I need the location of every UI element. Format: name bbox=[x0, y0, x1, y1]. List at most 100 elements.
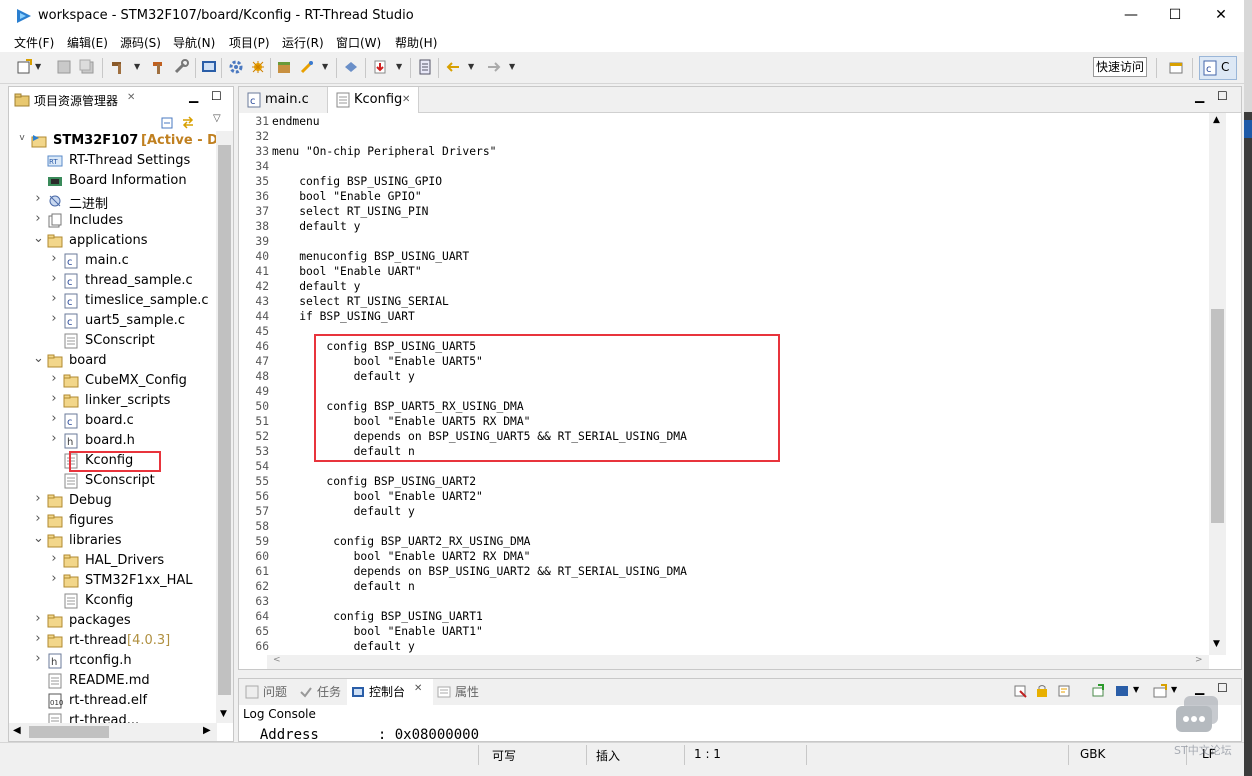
tree-horizontal-scrollbar[interactable]: ◀ ▶ bbox=[9, 723, 217, 741]
expand-arrow-icon[interactable]: › bbox=[49, 371, 59, 386]
code-line[interactable]: 55 config BSP_USING_UART2 bbox=[239, 475, 1209, 490]
expand-arrow-icon[interactable]: › bbox=[49, 271, 59, 286]
code-line[interactable]: 57 default y bbox=[239, 505, 1209, 520]
maximize-view-icon[interactable]: ☐ bbox=[211, 89, 222, 103]
c-perspective-button[interactable]: c C bbox=[1199, 56, 1237, 80]
tree-item[interactable]: Kconfig bbox=[9, 451, 217, 472]
code-line[interactable]: 37 select RT_USING_PIN bbox=[239, 205, 1209, 220]
tree-item[interactable]: ⌄ board bbox=[9, 351, 217, 371]
tree-item[interactable]: rt-thread... bbox=[9, 711, 217, 723]
code-line[interactable]: 44 if BSP_USING_UART bbox=[239, 310, 1209, 325]
collapse-arrow-icon[interactable]: ⌄ bbox=[33, 531, 44, 546]
code-line[interactable]: 43 select RT_USING_SERIAL bbox=[239, 295, 1209, 310]
flash-download-icon[interactable] bbox=[372, 59, 388, 75]
menu-run[interactable]: 运行(R) bbox=[282, 34, 324, 51]
save-all-icon[interactable] bbox=[79, 59, 95, 75]
minimize-view-icon[interactable]: ▁ bbox=[189, 89, 198, 103]
tree-item[interactable]: ⌄ applications bbox=[9, 231, 217, 251]
tree-item[interactable]: › c main.c bbox=[9, 251, 217, 271]
scroll-left-icon[interactable]: < bbox=[273, 655, 281, 665]
tree-item[interactable]: › h rtconfig.h bbox=[9, 651, 217, 671]
tree-item[interactable]: ⌄ libraries bbox=[9, 531, 217, 551]
code-line[interactable]: 58 bbox=[239, 520, 1209, 535]
collapse-all-icon[interactable] bbox=[161, 115, 175, 129]
package-icon[interactable] bbox=[276, 59, 292, 75]
tree-item[interactable]: › c uart5_sample.c bbox=[9, 311, 217, 331]
scroll-thumb[interactable] bbox=[218, 145, 231, 695]
tab-main-c[interactable]: c main.c bbox=[239, 87, 327, 113]
code-line[interactable]: 39 bbox=[239, 235, 1209, 250]
tree-item[interactable]: › packages bbox=[9, 611, 217, 631]
expand-arrow-icon[interactable]: › bbox=[49, 291, 59, 306]
tree-item[interactable]: › linker_scripts bbox=[9, 391, 217, 411]
tab-kconfig[interactable]: Kconfig ✕ bbox=[327, 87, 419, 113]
code-line[interactable]: 33 menu "On-chip Peripheral Drivers" bbox=[239, 145, 1209, 160]
clear-console-icon[interactable] bbox=[1013, 684, 1027, 698]
tree-item[interactable]: › 二进制 bbox=[9, 191, 217, 212]
minimize-editor-icon[interactable]: ▁ bbox=[1195, 89, 1204, 103]
scroll-right-icon[interactable]: ▶ bbox=[203, 725, 211, 736]
expand-arrow-icon[interactable]: › bbox=[33, 211, 43, 226]
tree-item[interactable]: RT RT-Thread Settings bbox=[9, 151, 217, 171]
code-line[interactable]: 60 bool "Enable UART2 RX DMA" bbox=[239, 550, 1209, 565]
menu-window[interactable]: 窗口(W) bbox=[336, 34, 381, 51]
open-perspective-icon[interactable] bbox=[1168, 59, 1184, 75]
build-hammer-icon[interactable] bbox=[110, 59, 126, 75]
clean-wrench-icon[interactable] bbox=[173, 59, 189, 75]
tab-problems[interactable]: 问题 bbox=[263, 683, 287, 700]
tab-console[interactable]: 控制台 ✕ bbox=[347, 679, 433, 705]
maximize-console-icon[interactable]: ☐ bbox=[1217, 681, 1228, 695]
tab-close-icon[interactable]: ✕ bbox=[402, 88, 410, 112]
tree-item[interactable]: › h board.h bbox=[9, 431, 217, 451]
code-line[interactable]: 65 bool "Enable UART1" bbox=[239, 625, 1209, 640]
editor-vertical-scrollbar[interactable]: ▲ ▼ bbox=[1209, 113, 1226, 655]
tree-item[interactable]: SConscript bbox=[9, 331, 217, 351]
scroll-right-icon[interactable]: > bbox=[1195, 655, 1203, 665]
code-line[interactable]: 36 bool "Enable GPIO" bbox=[239, 190, 1209, 205]
expand-arrow-icon[interactable]: › bbox=[49, 251, 59, 266]
code-line[interactable]: 34 bbox=[239, 160, 1209, 175]
expand-arrow-icon[interactable]: › bbox=[33, 511, 43, 526]
hscroll-thumb[interactable] bbox=[29, 726, 109, 738]
forward-arrow-icon[interactable] bbox=[486, 59, 502, 75]
save-icon[interactable] bbox=[56, 59, 72, 75]
tab-close-icon[interactable]: ✕ bbox=[127, 92, 135, 103]
menu-file[interactable]: 文件(F) bbox=[14, 34, 54, 51]
tree-vertical-scrollbar[interactable]: ▼ bbox=[216, 131, 233, 723]
expand-arrow-icon[interactable]: › bbox=[49, 311, 59, 326]
tree-item[interactable]: README.md bbox=[9, 671, 217, 691]
scroll-down-icon[interactable]: ▼ bbox=[220, 709, 227, 719]
sdk-manager-icon[interactable] bbox=[343, 59, 359, 75]
code-line[interactable]: 40 menuconfig BSP_USING_UART bbox=[239, 250, 1209, 265]
tree-item[interactable]: › figures bbox=[9, 511, 217, 531]
close-button[interactable]: ✕ bbox=[1198, 0, 1244, 30]
editor-horizontal-scrollbar[interactable]: < > bbox=[267, 655, 1209, 669]
link-with-editor-icon[interactable] bbox=[181, 115, 195, 129]
code-line[interactable]: 31 endmenu bbox=[239, 115, 1209, 130]
expand-arrow-icon[interactable]: › bbox=[49, 391, 59, 406]
tree-item[interactable]: SConscript bbox=[9, 471, 217, 491]
serial-terminal-icon[interactable] bbox=[417, 59, 433, 75]
word-wrap-icon[interactable] bbox=[1057, 684, 1071, 698]
tree-item[interactable]: › CubeMX_Config bbox=[9, 371, 217, 391]
settings-gear-icon[interactable] bbox=[228, 59, 244, 75]
collapse-arrow-icon[interactable]: v bbox=[17, 133, 27, 143]
collapse-arrow-icon[interactable]: ⌄ bbox=[33, 231, 44, 246]
code-line[interactable]: 64 config BSP_USING_UART1 bbox=[239, 610, 1209, 625]
expand-arrow-icon[interactable]: › bbox=[33, 491, 43, 506]
open-console-icon[interactable] bbox=[1153, 684, 1167, 698]
code-line[interactable]: 38 default y bbox=[239, 220, 1209, 235]
download-rocket-icon[interactable] bbox=[299, 59, 315, 75]
minimize-console-icon[interactable]: ▁ bbox=[1195, 681, 1204, 695]
tree-item[interactable]: 010 rt-thread.elf bbox=[9, 691, 217, 711]
menu-help[interactable]: 帮助(H) bbox=[395, 34, 437, 51]
new-icon[interactable] bbox=[16, 59, 32, 75]
tree-item-project[interactable]: v STM32F107[Active - De bbox=[9, 131, 217, 151]
tree-item[interactable]: Board Information bbox=[9, 171, 217, 191]
terminal-icon[interactable] bbox=[201, 59, 217, 75]
tree-item[interactable]: › Debug bbox=[9, 491, 217, 511]
code-line[interactable]: 56 bool "Enable UART2" bbox=[239, 490, 1209, 505]
menu-edit[interactable]: 编辑(E) bbox=[67, 34, 108, 51]
expand-arrow-icon[interactable]: › bbox=[49, 411, 59, 426]
expand-arrow-icon[interactable]: › bbox=[33, 651, 43, 666]
